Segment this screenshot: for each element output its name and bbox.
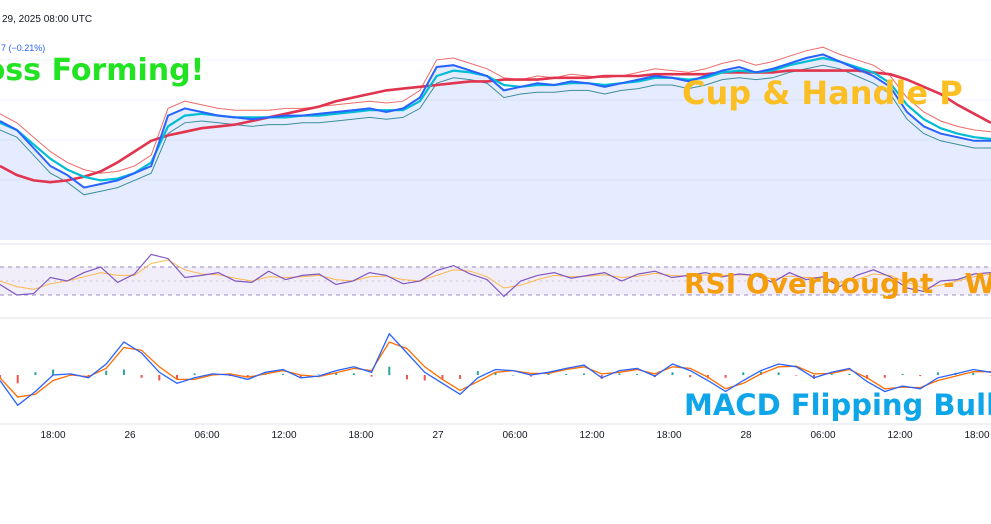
macd-histogram-bar [282,373,285,375]
rsi-annotation: RSI Overbought - W [684,267,991,300]
golden-cross-annotation: ross Forming! [0,53,205,88]
macd-histogram-bar [583,373,585,375]
macd-histogram-bar [105,370,108,375]
macd-histogram-bar [370,375,373,377]
macd-histogram-bar [388,366,391,376]
macd-histogram-bar [636,373,639,375]
macd-histogram-bar [742,372,745,376]
macd-histogram-bar [122,369,125,375]
macd-histogram-bar [317,374,320,375]
time-axis-tick-label: 12:00 [887,430,912,441]
macd-histogram-bar [936,372,939,376]
macd-histogram-bar [459,375,462,379]
macd-histogram-bar [352,373,355,375]
time-axis-tick-label: 27 [432,430,444,441]
macd-histogram-bar [140,375,143,378]
time-axis-tick-label: 18:00 [348,430,373,441]
timestamp-label: 29, 2025 08:00 UTC [2,14,93,25]
macd-histogram-bar [972,372,975,375]
macd-histogram-bar [158,375,161,381]
time-axis[interactable]: 18:00 26 06:00 12:00 18:00 27 06:00 12:00 18:00 2… [40,430,989,441]
macd-histogram-bar [193,373,196,375]
time-axis-tick-label: 06:00 [502,430,527,441]
macd-histogram-bar [512,375,515,376]
time-axis-tick-label: 06:00 [194,430,219,441]
macd-histogram-bar [724,375,727,378]
time-axis-tick-label: 18:00 [964,430,989,441]
macd-histogram-bar [547,373,550,375]
macd-histogram-bar [618,373,621,375]
macd-histogram-bar [16,375,19,384]
macd-histogram-bar [883,375,886,378]
macd-histogram-bar [0,375,1,378]
macd-histogram-bar [919,375,922,377]
macd-histogram-bar [406,375,408,380]
time-axis-tick-label: 18:00 [40,430,65,441]
macd-histogram-bar [565,373,568,375]
macd-histogram-bar [423,375,426,381]
cup-handle-annotation: Cup & Handle P [682,74,963,112]
time-axis-tick-label: 12:00 [271,430,296,441]
time-axis-tick-label: 28 [740,430,752,441]
macd-histogram-bar [777,372,780,376]
macd-annotation: MACD Flipping Bull [684,388,991,422]
time-axis-tick-label: 26 [124,430,136,441]
macd-histogram-bar [476,371,479,375]
time-axis-tick-label: 06:00 [810,430,835,441]
macd-histogram-bar [671,372,674,376]
macd-histogram-bar [34,372,37,376]
time-axis-tick-label: 12:00 [579,430,604,441]
macd-histogram-bar [689,375,692,378]
macd-histogram-bar [795,375,798,376]
time-axis-tick-label: 18:00 [656,430,681,441]
macd-histogram-bar [901,373,904,375]
macd-histogram-bar [52,369,55,375]
macd-histogram-bar [848,373,851,375]
price-change-label: 7 (−0.21%) [1,43,46,53]
